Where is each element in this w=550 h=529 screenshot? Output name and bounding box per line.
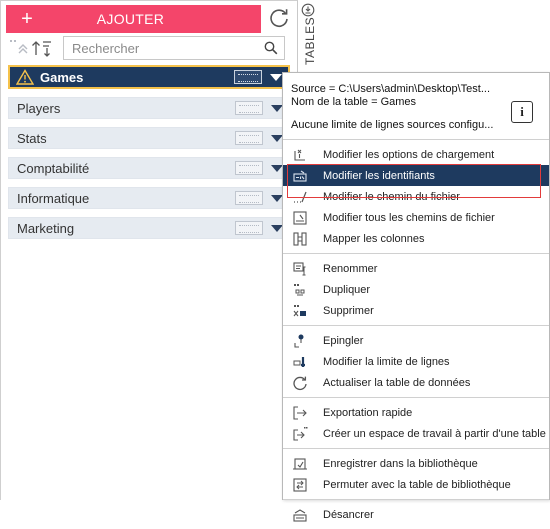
row-limit-text: Aucune limite de lignes sources configu.… [291,119,494,131]
menu-group-options: Epingler Modifier la limite de lignes Ac… [283,326,549,397]
table-context-menu: Source = C:\Users\admin\Desktop\Test... … [282,72,550,522]
duplicate-icon [294,283,305,295]
credentials-icon [293,170,307,182]
table-grid-icon[interactable] [235,101,263,115]
menu-group-export: Exportation rapide Créer un espace de tr… [283,398,549,448]
save-library-icon [293,457,307,470]
table-grid-icon[interactable] [235,131,263,145]
menu-group-dock: Désancrer [283,500,549,529]
tables-side-tab[interactable]: TABLES [298,0,320,70]
delete-icon [293,304,306,316]
menu-item-load-options[interactable]: Modifier les options de chargement [283,144,549,165]
menu-group-source: Modifier les options de chargement Modif… [283,140,549,253]
menu-group-library: Enregistrer dans la bibliothèque Permute… [283,449,549,499]
search-icon[interactable] [264,41,278,55]
table-name: Games [40,69,84,85]
menu-item-quick-export[interactable]: Exportation rapide [283,402,549,423]
export-icon [293,405,307,420]
menu-item-pin[interactable]: Epingler [283,330,549,351]
menu-item-edit-file-path[interactable]: Modifier le chemin du fichier [283,186,549,207]
table-item-comptabilite[interactable]: Comptabilité [8,157,290,179]
sort-tools [10,40,52,57]
info-icon[interactable]: i [511,101,533,123]
table-name: Players [17,100,61,116]
table-grid-icon[interactable] [234,70,262,84]
refresh-icon[interactable] [268,7,290,29]
map-columns-icon [293,231,307,246]
table-item-marketing[interactable]: Marketing [8,217,290,239]
menu-item-edit-credentials[interactable]: Modifier les identifiants [283,165,549,186]
menu-group-edit: Renommer Dupliquer Supprimer [283,254,549,325]
table-item-informatique[interactable]: Informatique [8,187,290,209]
all-paths-icon [293,210,307,225]
rename-icon [293,261,306,275]
table-info: Source = C:\Users\admin\Desktop\Test... … [283,73,549,139]
app-window: + AJOUTER Rechercher Games Players Stats… [0,0,550,522]
menu-item-duplicate[interactable]: Dupliquer [283,279,549,300]
menu-item-create-workspace[interactable]: Créer un espace de travail à partir d'un… [283,423,549,444]
menu-item-rename[interactable]: Renommer [283,258,549,279]
refresh-icon [293,376,307,390]
menu-item-save-library[interactable]: Enregistrer dans la bibliothèque [283,453,549,474]
table-grid-icon[interactable] [235,191,263,205]
source-path-text: Source = C:\Users\admin\Desktop\Test... [291,83,490,95]
menu-item-map-columns[interactable]: Mapper les colonnes [283,228,549,249]
warning-icon [16,69,34,85]
tab-tables-label: TABLES [303,16,317,65]
menu-item-swap-library[interactable]: Permuter avec la table de bibliothèque [283,474,549,495]
pin-icon [294,334,304,348]
table-item-stats[interactable]: Stats [8,127,290,149]
table-name: Comptabilité [17,160,90,176]
file-path-icon [294,191,307,203]
row-limit-icon [293,356,305,367]
table-item-players[interactable]: Players [8,97,290,119]
reorder-icon[interactable] [10,40,28,54]
search-field[interactable] [63,36,285,60]
plus-icon: + [21,8,33,30]
table-list: Games Players Stats Comptabilité Informa [8,65,290,247]
table-item-games[interactable]: Games [8,65,290,89]
sort-icon[interactable] [32,41,52,57]
table-grid-icon[interactable] [235,221,263,235]
undock-icon [293,508,307,522]
add-button-label: AJOUTER [96,11,165,27]
menu-item-delete[interactable]: Supprimer [283,300,549,321]
add-table-button[interactable]: + AJOUTER [6,5,261,33]
table-name: Marketing [17,220,75,236]
swap-library-icon [293,477,307,492]
table-name-text: Nom de la table = Games [291,96,417,108]
menu-item-refresh-table[interactable]: Actualiser la table de données [283,372,549,393]
tables-panel: + AJOUTER Rechercher Games Players Stats… [0,0,298,500]
pin-icon[interactable] [301,3,315,17]
menu-item-row-limit[interactable]: Modifier la limite de lignes [283,351,549,372]
menu-item-undock[interactable]: Désancrer [283,504,549,525]
menu-item-edit-all-paths[interactable]: Modifier tous les chemins de fichier [283,207,549,228]
dropdown-caret-icon[interactable] [270,73,282,81]
table-grid-icon[interactable] [235,161,263,175]
table-name: Stats [17,130,47,146]
workspace-icon [293,426,308,441]
search-input[interactable] [64,37,254,59]
load-options-icon [294,149,305,161]
table-name: Informatique [17,190,90,206]
